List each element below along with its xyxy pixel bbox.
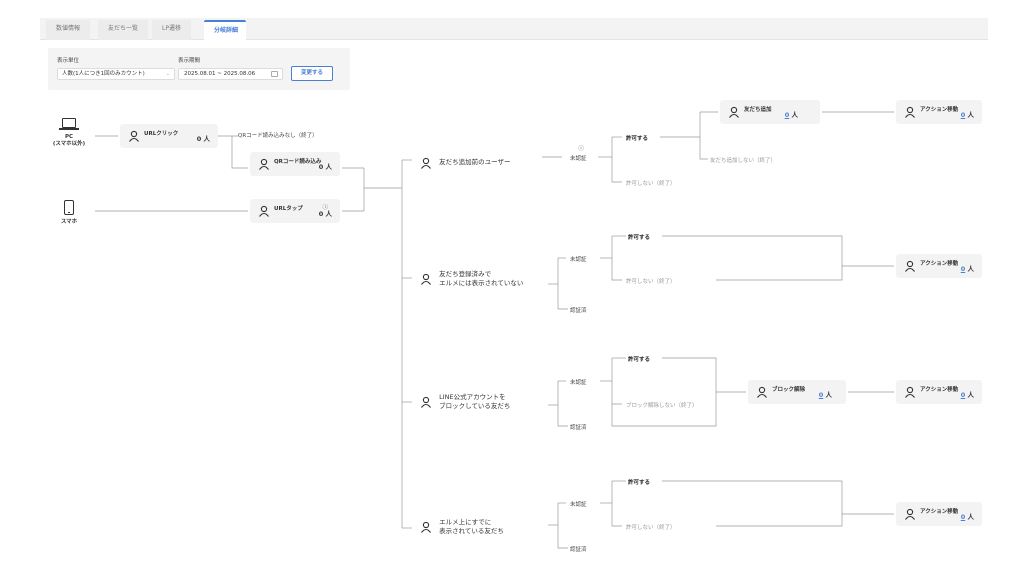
not-allow-end-label: 許可しない（終了） [626,525,676,531]
segment-blocking-friends: LINE公式アカウントを ブロックしている友だち [420,391,510,411]
action-count-link[interactable]: 0 [961,265,966,273]
action-count-link[interactable]: 0 [961,391,966,399]
block-release-count: 0 人 [818,391,832,399]
action-title: アクション移動 [920,107,959,113]
not-allow-end-label: 許可しない（終了） [626,181,676,187]
action-count: 0 人 [960,265,974,273]
friend-added-title: 友だち追加 [744,107,772,113]
flow-connectors [95,111,894,549]
segment-registered-not-shown: 友だち登録済みで エルメには表示されていない [420,268,523,288]
block-release-card: ブロック解除 0 人 [748,380,846,404]
unverified-label: 未認証 [570,156,587,162]
segment-before-friend-add: 友だち追加前のユーザー [420,152,510,171]
friend-not-added-end-label: 友だち追加しない（終了） [710,158,777,164]
url-click-title: URLクリック [144,131,179,137]
segment-label-line2: 表示されている友だち [439,526,504,535]
person-icon [421,157,431,169]
friend-added-count: 0 人 [784,111,798,119]
action-title: アクション移動 [920,387,959,393]
qr-read-title: QRコード読み込み [274,159,322,165]
person-icon [129,130,139,142]
qr-none-end-label: QRコード読み込みなし（終了） [238,133,318,139]
segment-label-line1: エルメ上にすでに [439,517,492,526]
segment-label-line1: 友だち登録済みで [439,269,492,278]
allow-label: 許可する [628,235,651,241]
url-tap-card: URLタップ ⓘ 0 人 [250,199,340,223]
unverified-label: 未認証 [570,257,587,263]
smartphone-icon [64,200,74,215]
person-icon [905,386,915,398]
block-not-released-end-label: ブロック解除しない（終了） [626,403,698,409]
person-icon [259,158,269,170]
action-card: アクション移動 0 人 [896,254,982,278]
laptop-icon [62,118,76,128]
action-count-link[interactable]: 0 [961,513,966,521]
unverified-label: 未認証 [570,380,587,386]
unverified-label: 未認証 [570,502,587,508]
url-tap-title: URLタップ [274,206,303,212]
verified-label: 認証済 [570,425,587,431]
action-card: アクション移動 0 人 [896,100,982,124]
person-icon [259,205,269,217]
action-count-link[interactable]: 0 [961,111,966,119]
person-icon [421,273,431,285]
info-icon[interactable]: ⓘ [567,144,595,152]
person-icon [905,508,915,520]
segment-label-line2: エルメには表示されていない [439,278,524,287]
person-icon [729,106,739,118]
verified-label: 認証済 [570,308,587,314]
pc-device: PC (スマホ以外) [44,118,94,148]
block-release-count-link[interactable]: 0 [819,391,824,399]
qr-read-count: 0 人 [318,163,332,171]
friend-added-count-link[interactable]: 0 [785,111,790,119]
pc-label: PC [64,134,74,140]
person-icon [421,396,431,408]
url-click-card: URLクリック 0 人 [120,124,218,148]
smartphone-device: スマホ [44,200,94,226]
url-tap-count: 0 人 [318,210,332,218]
person-icon [421,521,431,533]
segment-already-shown: エルメ上にすでに 表示されている友だち [420,516,504,536]
block-release-title: ブロック解除 [772,387,806,393]
pc-sublabel: (スマホ以外) [52,141,86,147]
segment-label: 友だち追加前のユーザー [439,158,511,166]
action-count: 0 人 [960,111,974,119]
not-allow-end-label: 許可しない（終了） [626,279,676,285]
allow-label: 許可する [626,136,649,142]
allow-label: 許可する [628,480,651,486]
person-icon [905,106,915,118]
action-count: 0 人 [960,513,974,521]
action-title: アクション移動 [920,261,959,267]
segment-label-line2: ブロックしている友だち [439,401,511,410]
action-card: アクション移動 0 人 [896,502,982,526]
action-count: 0 人 [960,391,974,399]
allow-label: 許可する [628,357,651,363]
url-click-count: 0 人 [196,135,210,143]
action-card: アクション移動 0 人 [896,380,982,404]
action-title: アクション移動 [920,509,959,515]
friend-added-card: 友だち追加 0 人 [720,100,820,124]
person-icon [757,386,767,398]
person-icon [905,260,915,272]
verified-label: 認証済 [570,547,587,553]
smartphone-label: スマホ [60,219,78,225]
qr-read-card: QRコード読み込み 0 人 [250,152,340,176]
segment-label-line1: LINE公式アカウントを [439,392,506,401]
